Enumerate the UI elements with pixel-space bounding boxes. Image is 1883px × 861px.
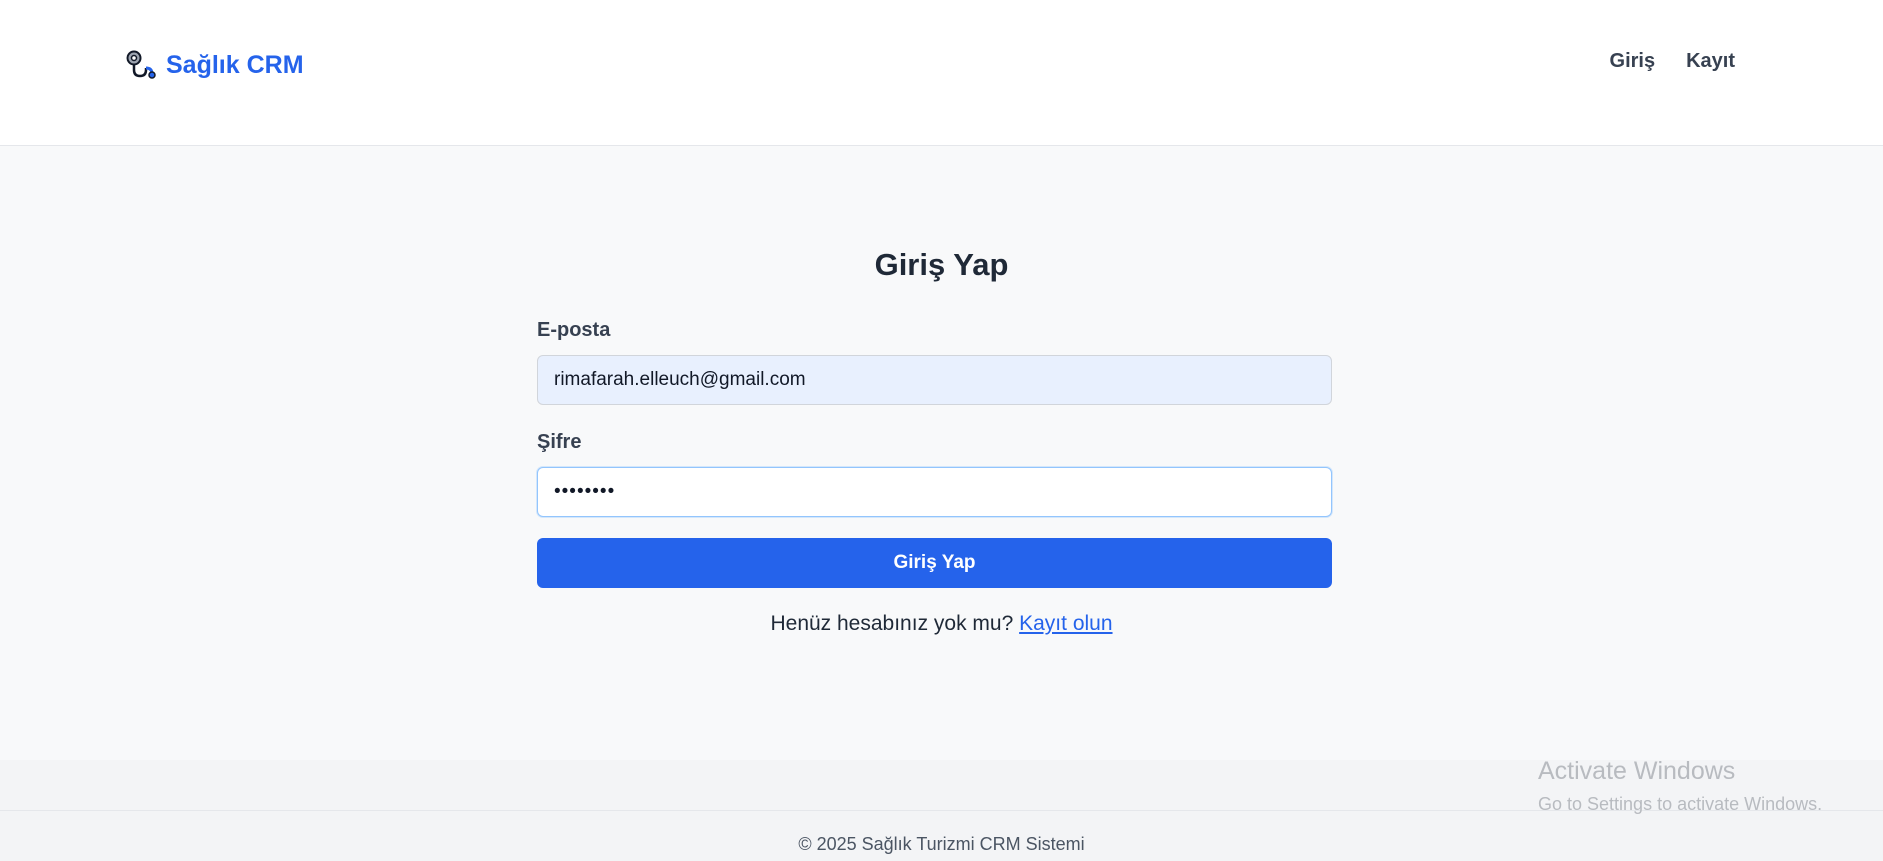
nav-login-link[interactable]: Giriş [1610, 50, 1656, 73]
footer-copyright: © 2025 Sağlık Turizmi CRM Sistemi [798, 834, 1085, 854]
page-title: Giriş Yap [874, 247, 1009, 282]
login-submit-button[interactable]: Giriş Yap [537, 538, 1332, 588]
password-field[interactable] [537, 467, 1332, 517]
watermark-subtitle: Go to Settings to activate Windows. [1538, 794, 1823, 814]
top-nav: Giriş Kayıt [1610, 50, 1735, 73]
password-label: Şifre [537, 431, 582, 453]
brand-name: Sağlık CRM [166, 50, 304, 79]
email-field[interactable] [537, 355, 1332, 405]
brand-link[interactable]: Sağlık CRM [126, 48, 304, 82]
stethoscope-icon [126, 50, 156, 79]
signup-prompt: Henüz hesabınız yok mu? Kayıt olun [0, 612, 1883, 636]
signup-link[interactable]: Kayıt olun [1019, 612, 1112, 635]
nav-register-link[interactable]: Kayıt [1686, 50, 1735, 73]
windows-activation-watermark: Activate Windows Go to Settings to activ… [1538, 757, 1822, 815]
signup-prompt-text: Henüz hesabınız yok mu? [770, 612, 1014, 635]
watermark-title: Activate Windows [1538, 757, 1736, 785]
email-label: E-posta [537, 319, 611, 341]
main-content: Giriş Yap E-posta Şifre Giriş Yap Henüz … [0, 147, 1883, 760]
top-navbar: Sağlık CRM Giriş Kayıt [0, 0, 1883, 146]
